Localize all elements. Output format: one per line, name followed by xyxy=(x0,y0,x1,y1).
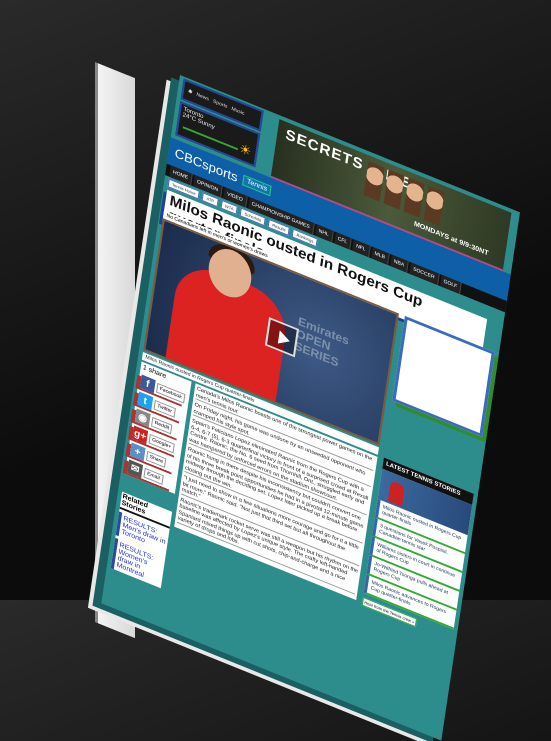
topbar-music[interactable]: Music xyxy=(231,106,245,117)
reddit-icon: ◉ xyxy=(134,408,151,428)
plus-icon: + xyxy=(129,442,146,462)
share-label: Reddit xyxy=(150,416,173,435)
twitter-icon: t xyxy=(137,391,154,411)
cbc-gem-icon[interactable]: ✱ xyxy=(188,88,193,95)
googleplus-icon: g+ xyxy=(132,425,149,445)
related-stories: Related Stories RESULTS: Men's draw in T… xyxy=(110,491,173,589)
share-label: Share xyxy=(145,450,167,469)
facebook-icon: f xyxy=(139,374,156,394)
share-label: Twitter xyxy=(153,399,176,418)
ad-cast-image xyxy=(363,161,445,226)
court-sponsor-logo: Emirates OPEN SERIES xyxy=(293,314,350,370)
sun-icon: ☀ xyxy=(238,140,253,160)
section-badge[interactable]: Tennis xyxy=(242,174,272,197)
share-label: Email xyxy=(143,467,164,485)
topbar-sports[interactable]: Sports xyxy=(212,98,227,109)
topbar-news[interactable]: News xyxy=(196,92,209,103)
email-icon: ✉ xyxy=(127,459,144,479)
webpage-3d-view: ✱ News Sports Music Toronto 24°C Sunny ☀… xyxy=(101,75,521,741)
